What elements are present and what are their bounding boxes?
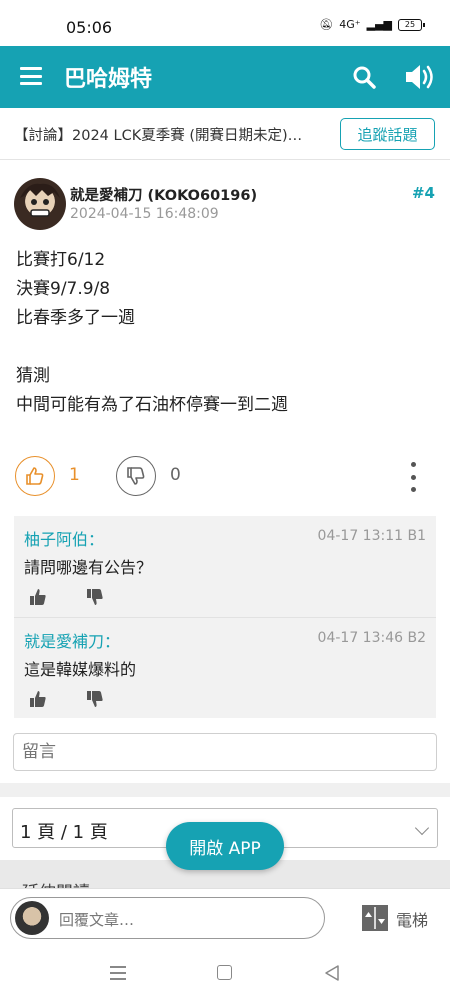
- bottom-reply-bar: 回覆文章… 電梯: [0, 888, 450, 946]
- comment-thumbs-down-icon[interactable]: [86, 690, 104, 708]
- status-time: 05:06: [66, 18, 113, 37]
- search-icon[interactable]: [352, 65, 376, 89]
- menu-icon[interactable]: [20, 67, 42, 85]
- page-select-value: 1 頁 / 1 頁: [20, 822, 108, 843]
- author-avatar[interactable]: [14, 178, 66, 230]
- gp-button[interactable]: [15, 456, 55, 496]
- comment-input[interactable]: [13, 733, 437, 771]
- comment-thumbs-up-icon[interactable]: [29, 690, 47, 708]
- app-title: 巴哈姆特: [64, 67, 153, 92]
- comments-list: 柚子阿伯： 04-17 13:11 B1 請問哪邊有公告？ 就是愛補刀： 04-…: [14, 516, 436, 718]
- elevator-label[interactable]: 電梯: [396, 907, 428, 931]
- floor-number: #4: [411, 184, 435, 202]
- comment-thumbs-down-icon[interactable]: [86, 588, 104, 606]
- comment-author[interactable]: 柚子阿伯：: [24, 526, 104, 550]
- status-icons: 🔕︎ 4G⁺ ▂▄▆ 25: [319, 18, 425, 31]
- avatar-face-icon: [20, 183, 60, 217]
- post-line: 中間可能有為了石油杯停賽一到二週: [16, 395, 288, 415]
- post-line: 決賽9/7.9/8: [16, 279, 111, 299]
- bp-button[interactable]: [116, 456, 156, 496]
- status-bar: 05:06 🔕︎ 4G⁺ ▂▄▆ 25: [0, 0, 450, 46]
- user-avatar: [15, 901, 49, 935]
- follow-topic-button[interactable]: 追蹤話題: [340, 118, 435, 150]
- battery-icon: 25: [398, 18, 425, 31]
- comment-meta: 04-17 13:11 B1: [317, 528, 426, 544]
- signal-icon: ▂▄▆: [366, 18, 392, 31]
- back-icon[interactable]: [324, 964, 340, 982]
- comment-item: 就是愛補刀： 04-17 13:46 B2 這是韓媒爆料的: [14, 617, 436, 718]
- system-nav-bar: [0, 946, 450, 1000]
- reply-article-input[interactable]: 回覆文章…: [10, 897, 325, 939]
- more-options-icon[interactable]: [407, 462, 419, 492]
- post-time: 2024-04-15 16:48:09: [70, 206, 219, 222]
- recent-apps-icon[interactable]: [110, 966, 126, 980]
- comment-author[interactable]: 就是愛補刀：: [24, 628, 120, 652]
- comment-meta: 04-17 13:46 B2: [317, 630, 426, 646]
- post-header: 就是愛補刀 (KOKO60196) 2024-04-15 16:48:09 #4: [0, 178, 450, 234]
- reaction-row: 1 0: [0, 456, 450, 498]
- post-body: 比賽打6/12 決賽9/7.9/8 比春季多了一週 猜測 中間可能有為了石油杯停…: [16, 246, 436, 420]
- gp-count: 1: [69, 465, 80, 485]
- section-divider: [0, 783, 450, 797]
- post-line: 猜測: [16, 366, 50, 386]
- author-name[interactable]: 就是愛補刀 (KOKO60196): [70, 184, 257, 205]
- reply-placeholder: 回覆文章…: [59, 911, 135, 929]
- post-line-blank: [16, 333, 436, 362]
- post-line: 比春季多了一週: [16, 308, 135, 328]
- comment-text: 這是韓媒爆料的: [24, 660, 137, 679]
- comment-item: 柚子阿伯： 04-17 13:11 B1 請問哪邊有公告？: [14, 516, 436, 617]
- mute-icon: 🔕︎: [319, 18, 334, 31]
- topic-title[interactable]: 【討論】2024 LCK夏季賽 (開賽日期未定)…: [14, 124, 326, 145]
- comment-thumbs-up-icon[interactable]: [29, 588, 47, 606]
- chevron-down-icon: [414, 820, 430, 836]
- topic-bar: 【討論】2024 LCK夏季賽 (開賽日期未定)… 追蹤話題: [0, 108, 450, 160]
- bp-count: 0: [170, 465, 181, 485]
- speaker-icon[interactable]: [404, 63, 436, 91]
- network-indicator: 4G⁺: [339, 18, 361, 31]
- app-header: 巴哈姆特: [0, 46, 450, 108]
- home-icon[interactable]: [217, 965, 232, 980]
- comment-text: 請問哪邊有公告？: [24, 558, 153, 577]
- open-app-button[interactable]: 開啟 APP: [166, 822, 284, 870]
- thumbs-down-icon: [127, 467, 145, 485]
- elevator-icon[interactable]: [362, 905, 388, 931]
- thumbs-up-icon: [26, 467, 44, 485]
- post-line: 比賽打6/12: [16, 250, 106, 270]
